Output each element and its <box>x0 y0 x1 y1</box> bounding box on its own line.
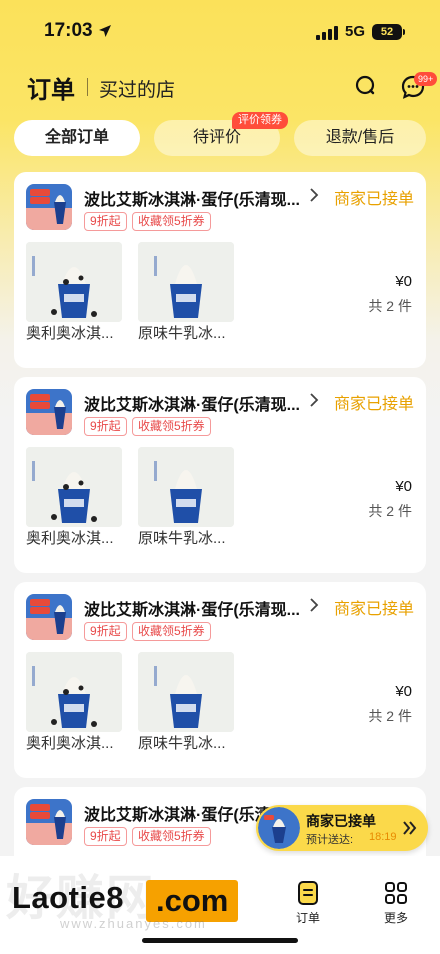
store-name[interactable]: 波比艾斯冰淇淋·蛋仔(乐清现... <box>84 186 300 210</box>
eta-time: 18:19 <box>369 831 397 843</box>
delivery-store-logo <box>258 807 300 849</box>
status-bar: 17:03 5G 52 <box>0 0 440 62</box>
item-count: 共 2 件 <box>368 708 412 724</box>
location-arrow-icon <box>99 25 111 37</box>
nav-more-label: 更多 <box>383 911 408 925</box>
delivery-status-banner[interactable]: 商家已接单 预计送达: 18:19 <box>256 805 428 851</box>
chevron-right-icon[interactable] <box>308 596 320 614</box>
nav-orders-label: 订单 <box>295 911 320 925</box>
tab-refund-aftersale[interactable]: 退款/售后 <box>294 120 426 156</box>
home-indicator <box>142 938 298 943</box>
order-icon <box>298 881 318 905</box>
product-image[interactable] <box>138 652 234 732</box>
status-time: 17:03 <box>44 20 93 41</box>
store-logo <box>26 184 72 230</box>
battery-tip <box>403 29 405 35</box>
eta-label: 预计送达: <box>306 834 354 846</box>
chevron-right-icon[interactable] <box>308 186 320 204</box>
product-image[interactable] <box>138 447 234 527</box>
nav-orders[interactable]: 订单 <box>278 880 338 926</box>
search-icon[interactable] <box>354 74 378 98</box>
battery-icon: 52 <box>372 24 402 40</box>
promo-tag: 9折起 <box>84 827 127 846</box>
product-image[interactable] <box>138 242 234 322</box>
product-name: 奥利奥冰淇... <box>26 735 114 752</box>
message-count-badge: 99+ <box>414 72 438 86</box>
chevron-right-icon[interactable] <box>308 391 320 409</box>
item-count: 共 2 件 <box>368 298 412 314</box>
order-card[interactable]: 波比艾斯冰淇淋·蛋仔(乐清现... 商家已接单 9折起 收藏领5折券 奥利奥冰淇… <box>14 172 426 368</box>
store-name[interactable]: 波比艾斯冰淇淋·蛋仔(乐清现... <box>84 391 300 415</box>
watermark-url: www.zhuanyes.com <box>60 916 207 931</box>
promo-tag: 收藏领5折券 <box>132 622 211 641</box>
tab-all-orders[interactable]: 全部订单 <box>14 120 140 156</box>
header-divider <box>87 78 88 96</box>
review-coupon-badge: 评价领券 <box>232 112 288 129</box>
network-type: 5G <box>345 23 366 40</box>
order-status: 商家已接单 <box>333 191 414 208</box>
product-name: 奥利奥冰淇... <box>26 325 114 342</box>
promo-tag: 收藏领5折券 <box>132 417 211 436</box>
delivery-status-text: 商家已接单 <box>306 813 376 829</box>
signal-icon <box>316 26 338 40</box>
product-image[interactable] <box>26 447 122 527</box>
order-card[interactable]: 波比艾斯冰淇淋·蛋仔(乐清现... 商家已接单 9折起 收藏领5折券 奥利奥冰淇… <box>14 582 426 778</box>
order-price: ¥0 <box>395 478 412 495</box>
store-logo <box>26 594 72 640</box>
promo-tag: 收藏领5折券 <box>132 212 211 231</box>
order-status: 商家已接单 <box>333 396 414 413</box>
store-name[interactable]: 波比艾斯冰淇淋·蛋仔(乐清现... <box>84 596 300 620</box>
order-status: 商家已接单 <box>333 601 414 618</box>
store-logo <box>26 799 72 845</box>
product-name: 原味牛乳冰... <box>138 735 226 752</box>
store-logo <box>26 389 72 435</box>
product-name: 原味牛乳冰... <box>138 325 226 342</box>
item-count: 共 2 件 <box>368 503 412 519</box>
product-name: 原味牛乳冰... <box>138 530 226 547</box>
product-name: 奥利奥冰淇... <box>26 530 114 547</box>
promo-tag: 9折起 <box>84 417 127 436</box>
product-image[interactable] <box>26 652 122 732</box>
nav-more[interactable]: 更多 <box>366 880 426 926</box>
promo-tag: 收藏领5折券 <box>132 827 211 846</box>
grid-icon <box>385 882 407 904</box>
purchased-stores-link[interactable]: 买过的店 <box>99 75 175 102</box>
promo-tag: 9折起 <box>84 212 127 231</box>
order-card[interactable]: 波比艾斯冰淇淋·蛋仔(乐清现... 商家已接单 9折起 收藏领5折券 奥利奥冰淇… <box>14 377 426 573</box>
double-chevron-right-icon[interactable] <box>402 819 418 837</box>
promo-tag: 9折起 <box>84 622 127 641</box>
watermark-text: Laotie8 <box>12 880 125 915</box>
order-price: ¥0 <box>395 273 412 290</box>
order-price: ¥0 <box>395 683 412 700</box>
page-title: 订单 <box>27 77 75 104</box>
product-image[interactable] <box>26 242 122 322</box>
